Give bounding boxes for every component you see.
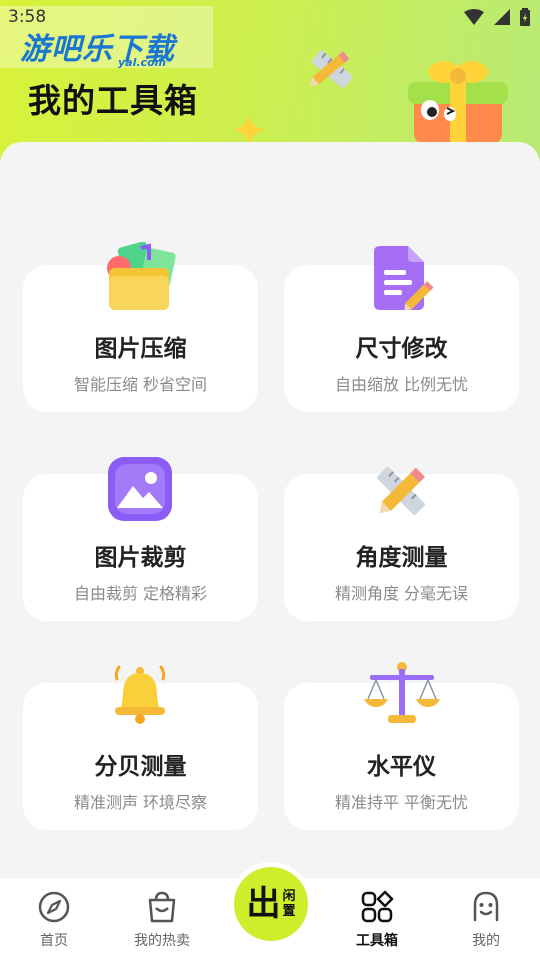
nav-label: 我的 (472, 933, 500, 949)
balance-scale-icon (364, 662, 440, 723)
tool-title: 水平仪 (367, 754, 436, 780)
nav-label: 我的热卖 (134, 933, 190, 949)
nav-label: 首页 (40, 933, 68, 949)
watermark-subtext: yal.com (118, 56, 167, 69)
grid-icon (361, 890, 394, 923)
tool-subtitle: 自由裁剪 定格精彩 (73, 584, 208, 603)
tool-title: 图片裁剪 (94, 545, 187, 571)
ruler-pencil-decoration-icon (309, 50, 353, 88)
idle-sell-main-text: 出 (246, 884, 281, 924)
nav-item-mine[interactable]: 我的 (441, 890, 531, 950)
tool-card-size-edit[interactable]: 尺寸修改 自由缩放 比例无忧 (284, 246, 519, 412)
tool-subtitle: 自由缩放 比例无忧 (334, 375, 469, 394)
nav-item-home[interactable]: 首页 (9, 890, 99, 950)
tool-subtitle: 精准测声 环境尽察 (73, 793, 208, 812)
nav-item-toolbox[interactable]: 工具箱 (332, 890, 422, 950)
bell-icon (114, 665, 166, 724)
tool-title: 尺寸修改 (355, 336, 448, 362)
status-time: 3:58 (8, 7, 47, 27)
ruler-pencil-icon (377, 467, 426, 515)
tool-title: 分贝测量 (94, 754, 187, 780)
idle-sell-small-bottom: 置 (282, 904, 296, 919)
folder-images-icon (107, 242, 176, 310)
shopping-bag-icon (148, 891, 176, 923)
wifi-icon (464, 9, 484, 25)
tool-title: 角度测量 (355, 545, 448, 571)
battery-icon (520, 8, 530, 26)
tool-card-image-crop[interactable]: 图片裁剪 自由裁剪 定格精彩 (23, 457, 258, 621)
tool-card-image-compress[interactable]: 图片压缩 智能压缩 秒省空间 (23, 242, 258, 412)
page-title: 我的工具箱 (28, 81, 198, 120)
sparkle-star-icon (232, 115, 266, 145)
nav-item-hot-sales[interactable]: 我的热卖 (117, 890, 207, 950)
compass-icon (38, 891, 70, 923)
tools-panel: 图片压缩 智能压缩 秒省空间 尺寸修改 自由缩放 比例无忧 图片裁剪 自由裁剪 … (0, 142, 540, 882)
image-icon (108, 457, 172, 521)
idle-sell-small-top: 闲 (282, 889, 296, 904)
idle-sell-button[interactable]: 出 闲 置 (229, 862, 313, 946)
tool-subtitle: 精测角度 分毫无误 (334, 584, 469, 603)
tool-subtitle: 精准持平 平衡无忧 (334, 793, 469, 812)
signal-icon (494, 9, 510, 25)
tool-card-decibel-measure[interactable]: 分贝测量 精准测声 环境尽察 (23, 665, 258, 830)
tool-card-level[interactable]: 水平仪 精准持平 平衡无忧 (284, 662, 519, 830)
face-icon (473, 891, 499, 922)
tool-card-angle-measure[interactable]: 角度测量 精测角度 分毫无误 (284, 467, 519, 621)
idle-sell-badge: 出 闲 置 (234, 867, 308, 941)
tool-title: 图片压缩 (94, 336, 187, 362)
gift-box-icon (408, 61, 508, 144)
nav-label: 工具箱 (356, 933, 398, 949)
status-bar: 3:58 (0, 0, 540, 34)
tool-subtitle: 智能压缩 秒省空间 (73, 375, 208, 394)
document-edit-icon (374, 246, 434, 311)
